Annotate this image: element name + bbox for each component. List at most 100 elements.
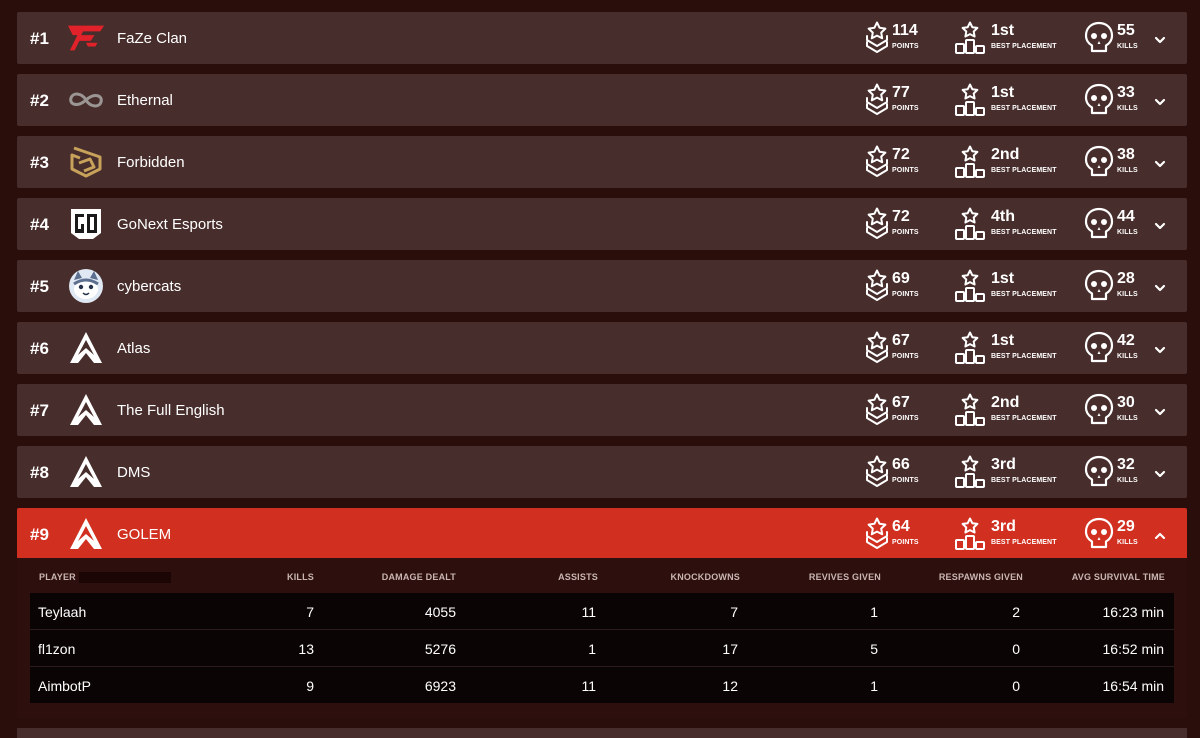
points-value: 77 bbox=[892, 84, 910, 101]
best-placement-value: 3rd bbox=[991, 518, 1016, 535]
chevron-up-icon[interactable] bbox=[1154, 528, 1166, 546]
team-row[interactable]: #8 DMS 66 POINTS 3rd BEST PLACEMENT 32 K… bbox=[17, 446, 1187, 498]
team-row[interactable]: #7 The Full English 67 POINTS 2nd BEST P… bbox=[17, 384, 1187, 436]
podium-icon bbox=[954, 331, 986, 370]
best-placement-label: BEST PLACEMENT bbox=[991, 167, 1057, 174]
points-value: 72 bbox=[892, 208, 910, 225]
team-row[interactable]: #3 Forbidden 72 POINTS 2nd BEST PLACEMEN… bbox=[17, 136, 1187, 188]
player-damage: 4055 bbox=[424, 604, 456, 620]
team-rank: #4 bbox=[30, 215, 49, 234]
chevron-down-icon[interactable] bbox=[1154, 404, 1166, 422]
team-name: GoNext Esports bbox=[117, 216, 223, 233]
points-value: 114 bbox=[892, 22, 918, 39]
best-placement-label: BEST PLACEMENT bbox=[991, 477, 1057, 484]
best-placement-label: BEST PLACEMENT bbox=[991, 353, 1057, 360]
points-label: POINTS bbox=[892, 167, 919, 174]
header-avg-survival-time[interactable]: AVG SURVIVAL TIME bbox=[1072, 572, 1165, 582]
team-row[interactable]: #5 cybercats 69 POINTS 1st BEST PLACEMEN… bbox=[17, 260, 1187, 312]
player-kills: 7 bbox=[306, 604, 314, 620]
skull-icon bbox=[1084, 269, 1114, 308]
team-row[interactable]: #9 GOLEM 64 POINTS 3rd BEST PLACEMENT 29… bbox=[17, 508, 1187, 560]
points-icon bbox=[864, 393, 890, 432]
gonext-logo bbox=[67, 207, 105, 241]
cybercats-logo bbox=[67, 269, 105, 303]
player-damage: 5276 bbox=[424, 641, 456, 657]
player-respawns: 2 bbox=[1012, 604, 1020, 620]
points-value: 66 bbox=[892, 456, 910, 473]
team-name: Atlas bbox=[117, 340, 151, 357]
skull-icon bbox=[1084, 207, 1114, 246]
player-row: Teylaah 7 4055 11 7 1 2 16:23 min bbox=[30, 593, 1174, 630]
faze-logo bbox=[67, 21, 105, 55]
points-icon bbox=[864, 21, 890, 60]
points-label: POINTS bbox=[892, 415, 919, 422]
apex-logo bbox=[67, 393, 105, 427]
team-row[interactable]: #1 FaZe Clan 114 POINTS 1st BEST PLACEME… bbox=[17, 12, 1187, 64]
chevron-down-icon[interactable] bbox=[1154, 218, 1166, 236]
kills-label: KILLS bbox=[1117, 229, 1138, 236]
team-name: FaZe Clan bbox=[117, 30, 188, 47]
best-placement-value: 4th bbox=[991, 208, 1015, 225]
chevron-down-icon[interactable] bbox=[1154, 466, 1166, 484]
chevron-down-icon[interactable] bbox=[1154, 94, 1166, 112]
player-survival-time: 16:23 min bbox=[1102, 604, 1164, 620]
podium-icon bbox=[954, 517, 986, 556]
podium-icon bbox=[954, 455, 986, 494]
header-assists[interactable]: ASSISTS bbox=[558, 572, 598, 582]
team-row[interactable]: #6 Atlas 67 POINTS 1st BEST PLACEMENT 42… bbox=[17, 322, 1187, 374]
header-player[interactable]: PLAYER bbox=[39, 572, 76, 582]
team-name: GOLEM bbox=[117, 526, 172, 543]
podium-icon bbox=[954, 83, 986, 122]
points-icon bbox=[864, 83, 890, 122]
header-revives-given[interactable]: REVIVES GIVEN bbox=[809, 572, 881, 582]
kills-label: KILLS bbox=[1117, 353, 1138, 360]
kills-value: 29 bbox=[1117, 518, 1135, 535]
best-placement-value: 1st bbox=[991, 84, 1015, 101]
podium-icon bbox=[954, 21, 986, 60]
header-respawns-given[interactable]: RESPAWNS GIVEN bbox=[939, 572, 1023, 582]
player-survival-time: 16:52 min bbox=[1102, 641, 1164, 657]
points-value: 64 bbox=[892, 518, 910, 535]
header-kills[interactable]: KILLS bbox=[287, 572, 314, 582]
team-row[interactable]: #4 GoNext Esports 72 POINTS 4th BEST PLA… bbox=[17, 198, 1187, 250]
leaderboard: #1 FaZe Clan 114 POINTS 1st BEST PLACEME… bbox=[17, 12, 1187, 560]
team-row[interactable]: #2 Ethernal 77 POINTS 1st BEST PLACEMENT… bbox=[17, 74, 1187, 126]
player-assists: 11 bbox=[581, 604, 596, 620]
chevron-down-icon[interactable] bbox=[1154, 32, 1166, 50]
kills-label: KILLS bbox=[1117, 291, 1138, 298]
best-placement-value: 2nd bbox=[991, 146, 1020, 163]
header-knockdowns[interactable]: KNOCKDOWNS bbox=[671, 572, 741, 582]
chevron-down-icon[interactable] bbox=[1154, 342, 1166, 360]
points-icon bbox=[864, 269, 890, 308]
kills-value: 32 bbox=[1117, 456, 1135, 473]
chevron-down-icon[interactable] bbox=[1154, 156, 1166, 174]
player-kills: 13 bbox=[298, 641, 314, 657]
header-damage-dealt[interactable]: DAMAGE DEALT bbox=[382, 572, 456, 582]
team-rank: #8 bbox=[30, 463, 49, 482]
best-placement-value: 1st bbox=[991, 270, 1015, 287]
team-rank: #5 bbox=[30, 277, 49, 296]
player-name: AimbotP bbox=[38, 678, 91, 694]
player-knockdowns: 17 bbox=[722, 641, 738, 657]
kills-value: 33 bbox=[1117, 84, 1135, 101]
points-label: POINTS bbox=[892, 291, 919, 298]
best-placement-label: BEST PLACEMENT bbox=[991, 43, 1057, 50]
best-placement-label: BEST PLACEMENT bbox=[991, 415, 1057, 422]
podium-icon bbox=[954, 207, 986, 246]
team-rank: #9 bbox=[30, 525, 49, 544]
kills-label: KILLS bbox=[1117, 105, 1138, 112]
points-icon bbox=[864, 455, 890, 494]
points-icon bbox=[864, 145, 890, 184]
kills-label: KILLS bbox=[1117, 43, 1138, 50]
kills-value: 55 bbox=[1117, 22, 1135, 39]
player-survival-time: 16:54 min bbox=[1102, 678, 1164, 694]
best-placement-value: 1st bbox=[991, 22, 1015, 39]
player-row: fl1zon 13 5276 1 17 5 0 16:52 min bbox=[30, 630, 1174, 667]
team-rank: #7 bbox=[30, 401, 49, 420]
team-name: Ethernal bbox=[117, 92, 173, 109]
points-label: POINTS bbox=[892, 353, 919, 360]
player-assists: 1 bbox=[588, 641, 596, 657]
chevron-down-icon[interactable] bbox=[1154, 280, 1166, 298]
player-damage: 6923 bbox=[424, 678, 456, 694]
best-placement-label: BEST PLACEMENT bbox=[991, 105, 1057, 112]
